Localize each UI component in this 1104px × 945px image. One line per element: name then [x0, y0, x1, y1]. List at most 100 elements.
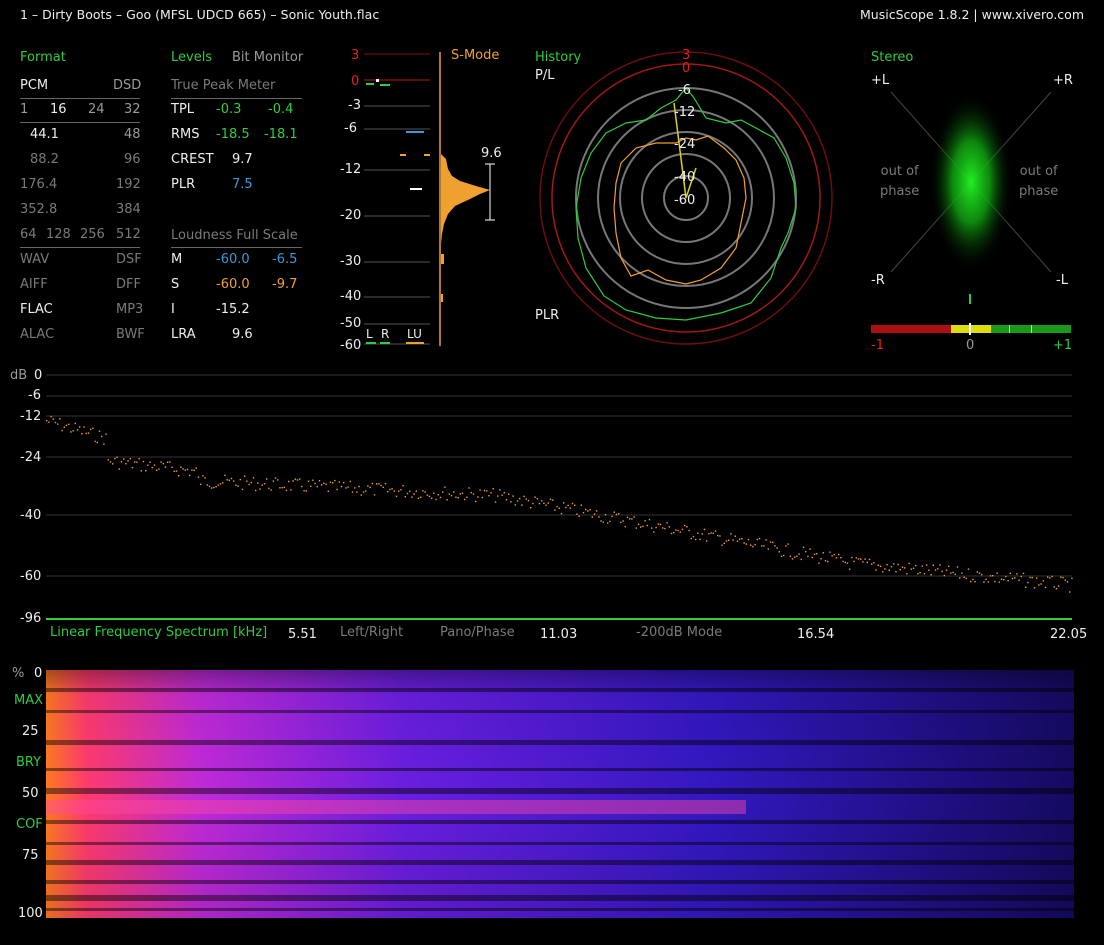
meter-channel-r: R	[381, 327, 390, 341]
meter-tick-3: 3	[351, 48, 360, 63]
track-title: 1 – Dirty Boots – Goo (MFSL UDCD 665) – …	[20, 7, 380, 22]
format-pcm: PCM	[20, 78, 49, 93]
meter-tick-m12: -12	[340, 162, 362, 177]
type-mp3: MP3	[116, 302, 144, 317]
loud-lra-value: 9.6	[232, 327, 253, 342]
bit-monitor-button[interactable]: Bit Monitor	[232, 50, 303, 65]
tpl-right: -0.4	[268, 102, 294, 117]
loud-m-b: -6.5	[272, 252, 298, 267]
marker-max: MAX	[14, 693, 44, 708]
rms-right: -18.1	[264, 127, 298, 142]
tpl-label: TPL	[171, 102, 195, 117]
dsd-512: 512	[116, 227, 141, 242]
spectrum-db-label: dB	[10, 368, 28, 383]
levels-header: Levels	[171, 50, 213, 65]
spectrum-title: Linear Frequency Spectrum [kHz]	[50, 625, 268, 640]
marker-cof: COF	[16, 817, 43, 832]
freq-tick-11: 11.03	[540, 627, 578, 642]
rate-88: 88.2	[30, 152, 59, 167]
meter-tick-m40: -40	[340, 289, 362, 304]
meter-channel-l: L	[366, 327, 373, 341]
history-ring-0: 0	[682, 61, 691, 76]
db-tick-m24: -24	[20, 450, 42, 465]
rms-left: -18.5	[216, 127, 250, 142]
plr-value: 7.5	[232, 177, 253, 192]
freq-tick-22: 22.05	[1050, 627, 1088, 642]
loud-i-value: -15.2	[216, 302, 250, 317]
type-dsf: DSF	[116, 252, 142, 267]
format-dsd: DSD	[113, 78, 142, 93]
crest-label: CREST	[171, 152, 214, 167]
tpl-left: -0.3	[216, 102, 242, 117]
meter-channel-lu: LU	[407, 327, 422, 341]
spectrogram-tick-75: 75	[22, 848, 39, 863]
meter-tick-m3: -3	[348, 98, 361, 113]
spectrogram-tick-25: 25	[22, 724, 39, 739]
rate-48: 48	[124, 127, 141, 142]
rate-192: 192	[116, 177, 141, 192]
correlation-zero: 0	[966, 338, 975, 353]
loudness-header: Loudness Full Scale	[171, 228, 298, 243]
type-dff: DFF	[116, 277, 141, 292]
history-ring-m12: -12	[674, 105, 696, 120]
bit-24: 24	[88, 102, 105, 117]
out-of-phase-right: out of phase	[1019, 164, 1059, 199]
loud-s-label: S	[171, 277, 180, 292]
correlation-bar	[871, 323, 1071, 335]
loud-s-b: -9.7	[272, 277, 298, 292]
stereo-plus-r: +R	[1053, 73, 1073, 88]
stereo-minus-l: -L	[1056, 273, 1068, 288]
rate-44: 44.1	[30, 127, 59, 142]
meter-tick-m60: -60	[340, 338, 362, 353]
rate-96: 96	[124, 152, 141, 167]
type-aiff: AIFF	[20, 277, 48, 292]
spectrogram-tick-0: 0	[34, 666, 43, 681]
loud-i-label: I	[171, 302, 175, 317]
level-meter-svg	[364, 52, 495, 346]
crest-value: 9.7	[232, 152, 253, 167]
type-bwf: BWF	[116, 327, 145, 342]
pano-phase-button[interactable]: Pano/Phase	[440, 625, 515, 640]
minus200db-mode-button[interactable]: -200dB Mode	[636, 625, 722, 640]
type-flac: FLAC	[20, 302, 53, 317]
history-ring-m60: -60	[674, 193, 696, 208]
type-alac: ALAC	[20, 327, 55, 342]
smode-button[interactable]: S-Mode	[451, 48, 499, 63]
stereo-plus-l: +L	[871, 73, 890, 88]
dsd-256: 256	[80, 227, 105, 242]
spectrogram-tick-50: 50	[22, 786, 39, 801]
correlation-minus1: -1	[871, 338, 884, 353]
meter-tick-m6: -6	[344, 121, 357, 136]
app-title: MusicScope 1.8.2 | www.xivero.com	[860, 7, 1084, 22]
bit-16: 16	[50, 102, 67, 117]
left-right-button[interactable]: Left/Right	[340, 625, 403, 640]
bit-1: 1	[20, 102, 29, 117]
format-header: Format	[20, 50, 66, 65]
stereo-minus-r: -R	[871, 273, 885, 288]
freq-tick-5: 5.51	[288, 627, 317, 642]
history-ring-m40: -40	[674, 170, 696, 185]
db-tick-0: 0	[34, 368, 43, 383]
true-peak-meter-label: True Peak Meter	[171, 78, 276, 93]
meter-tick-m30: -30	[340, 254, 362, 269]
db-tick-m60: -60	[20, 569, 42, 584]
marker-bry: BRY	[16, 755, 42, 770]
db-tick-m96: -96	[20, 611, 42, 626]
loud-lra-label: LRA	[171, 327, 196, 342]
meter-tick-m20: -20	[340, 208, 362, 223]
correlation-marker	[969, 294, 971, 304]
meter-tick-0: 0	[351, 74, 360, 89]
spectrogram-image	[46, 670, 1074, 918]
history-ring-m24: -24	[674, 137, 696, 152]
dsd-128: 128	[46, 227, 71, 242]
db-tick-m40: -40	[20, 508, 42, 523]
stereo-header: Stereo	[871, 50, 914, 65]
plr-label: PLR	[171, 177, 196, 192]
meter-tick-m50: -50	[340, 316, 362, 331]
correlation-plus1: +1	[1053, 338, 1073, 353]
history-ring-m6: -6	[678, 83, 691, 98]
loud-m-label: M	[171, 252, 183, 267]
bit-32: 32	[124, 102, 141, 117]
freq-tick-16: 16.54	[797, 627, 835, 642]
meter-plr-value: 9.6	[481, 146, 502, 161]
